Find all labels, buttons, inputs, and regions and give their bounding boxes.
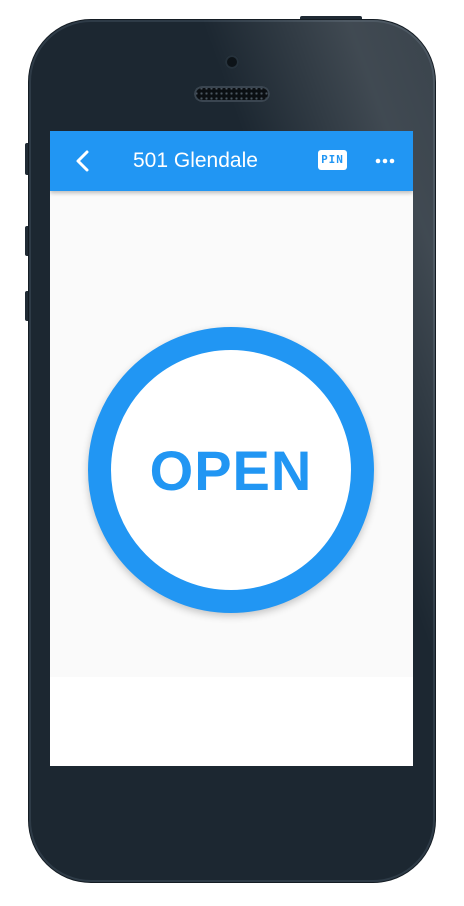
open-button-label: OPEN — [149, 438, 313, 502]
open-button[interactable]: OPEN — [88, 327, 374, 613]
page-title: 501 Glendale — [133, 149, 258, 172]
more-horizontal-icon — [375, 158, 395, 164]
phone-chin — [29, 772, 435, 882]
main-content: OPEN — [50, 191, 413, 677]
app-bar: 501 Glendale PIN — [50, 131, 413, 191]
chevron-left-icon — [76, 150, 89, 172]
pin-button[interactable]: PIN — [318, 150, 347, 170]
more-button[interactable] — [373, 149, 397, 173]
earpiece-speaker — [194, 86, 270, 102]
front-camera — [225, 55, 239, 69]
app-screen: 501 Glendale PIN OPEN — [50, 131, 413, 766]
phone-mockup: 501 Glendale PIN OPEN — [0, 0, 464, 906]
back-button[interactable] — [70, 147, 98, 175]
